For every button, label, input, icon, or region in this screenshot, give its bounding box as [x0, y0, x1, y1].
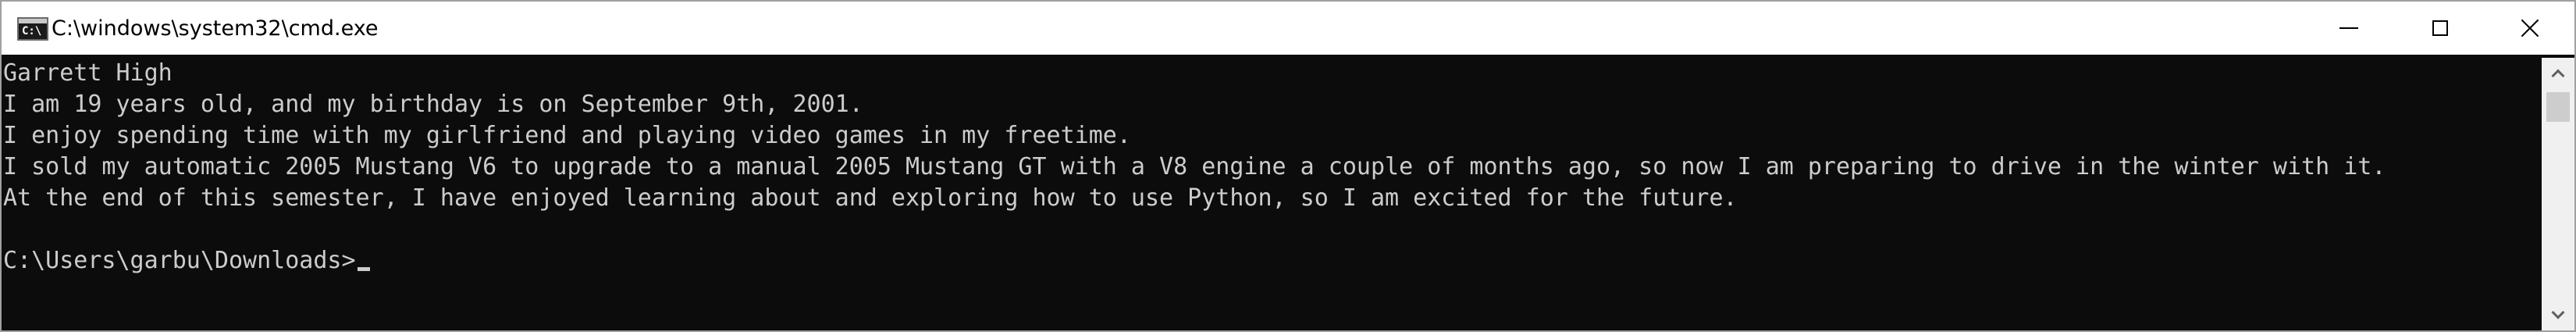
command-prompt: C:\Users\garbu\Downloads> [3, 247, 356, 274]
app-icon-bar [19, 19, 47, 23]
console-line: I enjoy spending time with my girlfriend… [3, 122, 1131, 149]
chevron-down-icon [2551, 305, 2565, 320]
scroll-down-button[interactable] [2542, 299, 2574, 330]
console-line: I am 19 years old, and my birthday is on… [3, 91, 863, 118]
cmd-app-icon[interactable]: C:\ [17, 17, 48, 41]
command-prompt-line[interactable]: C:\Users\garbu\Downloads> [3, 245, 370, 277]
minimize-button[interactable] [2304, 2, 2393, 55]
cmd-window: C:\ C:\windows\system32\cmd.exe Garrett … [0, 0, 2576, 332]
console-line: I sold my automatic 2005 Mustang V6 to u… [3, 153, 2386, 180]
console-line: Garrett High [3, 59, 173, 87]
console-output[interactable]: Garrett High I am 19 years old, and my b… [2, 58, 2542, 330]
scrollbar-thumb[interactable] [2546, 92, 2570, 122]
title-bar[interactable]: C:\ C:\windows\system32\cmd.exe [2, 2, 2574, 55]
scroll-up-button[interactable] [2542, 58, 2574, 89]
window-title: C:\windows\system32\cmd.exe [52, 16, 379, 41]
minimize-icon [2339, 27, 2358, 29]
maximize-button[interactable] [2396, 2, 2485, 55]
maximize-icon [2432, 20, 2448, 36]
close-button[interactable] [2485, 2, 2574, 55]
chevron-up-icon [2551, 69, 2565, 83]
app-icon-prompt: C:\ [22, 25, 42, 37]
close-icon [2520, 18, 2540, 38]
vertical-scrollbar[interactable] [2542, 58, 2574, 330]
console-line: At the end of this semester, I have enjo… [3, 184, 1738, 212]
text-cursor [357, 267, 370, 271]
